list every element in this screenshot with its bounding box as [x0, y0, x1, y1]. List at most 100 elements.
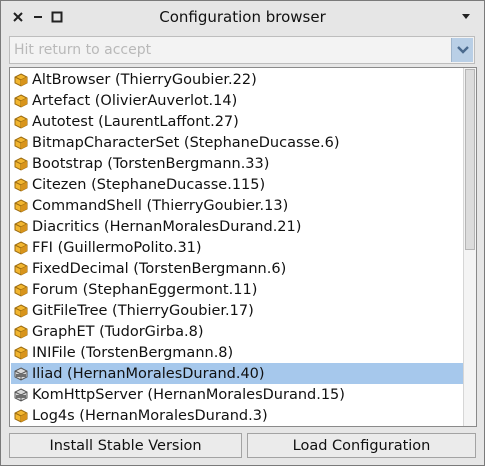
package-icon	[14, 345, 28, 360]
config-version: TorstenBergmann.6	[138, 260, 281, 277]
config-version: HernanMoralesDurand.21	[109, 218, 296, 235]
paren-close: )	[248, 302, 254, 319]
config-name: Artefact	[32, 92, 91, 109]
config-name: GraphET	[32, 323, 95, 340]
config-version: OlivierAuverlot.14	[100, 92, 232, 109]
vertical-scrollbar[interactable]	[463, 68, 476, 426]
paren-close: )	[259, 176, 266, 193]
list-item[interactable]: GitFileTree (ThierryGoubier.17)	[11, 300, 463, 321]
paren-open: (	[141, 197, 153, 214]
list-item[interactable]: Autotest (LaurentLaffont.27)	[11, 111, 463, 132]
paren-close: )	[333, 134, 340, 151]
paren-close: )	[282, 197, 289, 214]
config-version: ThierryGoubier.17	[117, 302, 249, 319]
install-stable-version-button[interactable]: Install Stable Version	[9, 433, 242, 458]
config-version: HernanMoralesDurand.15	[153, 386, 340, 403]
paren-open: (	[107, 302, 118, 319]
config-name: Citezen	[32, 176, 87, 193]
paren-close: )	[339, 386, 345, 403]
history-dropdown-chevron-down-icon[interactable]	[451, 38, 473, 62]
list-item[interactable]: Artefact (OlivierAuverlot.14)	[11, 90, 463, 111]
package-icon	[14, 240, 28, 255]
paren-open: (	[110, 71, 121, 88]
config-name: Diacritics	[32, 218, 100, 235]
paren-open: (	[99, 218, 110, 235]
config-version: StephaneDucasse.6	[189, 134, 334, 151]
config-name: FixedDecimal	[32, 260, 129, 277]
config-version: ThierryGoubier.13	[152, 197, 283, 214]
package-icon	[14, 282, 28, 297]
maximize-icon[interactable]	[50, 10, 64, 24]
list-item[interactable]: Citezen (StephaneDucasse.115)	[11, 174, 463, 195]
paren-close: )	[261, 407, 268, 424]
paren-close: )	[280, 260, 287, 277]
paren-close: )	[195, 239, 202, 256]
list-item[interactable]: BitmapCharacterSet (StephaneDucasse.6)	[11, 132, 463, 153]
list-item[interactable]: CommandShell (ThierryGoubier.13)	[11, 195, 463, 216]
paren-close: )	[233, 113, 239, 130]
load-configuration-button[interactable]: Load Configuration	[247, 433, 476, 458]
configuration-list[interactable]: AltBrowser (ThierryGoubier.22) Artefact (…	[9, 67, 477, 427]
paren-open: (	[94, 323, 105, 340]
config-name: Bootstrap	[32, 155, 103, 172]
paren-close: )	[197, 323, 204, 340]
config-name: GitFileTree	[32, 302, 108, 319]
config-version: StephanEggermont.11	[88, 281, 252, 298]
package-icon	[14, 72, 28, 87]
list-item[interactable]: KomHttpServer (HernanMoralesDurand.15)	[11, 384, 463, 405]
config-version: LaurentLaffont.27	[103, 113, 234, 130]
paren-open: (	[86, 176, 97, 193]
list-item[interactable]: GraphET (TudorGirba.8)	[11, 321, 463, 342]
minimize-icon[interactable]	[31, 10, 45, 24]
list-item[interactable]: Diacritics (HernanMoralesDurand.21)	[11, 216, 463, 237]
list-item[interactable]: Bootstrap (TorstenBergmann.33)	[11, 153, 463, 174]
paren-close: )	[227, 344, 234, 361]
paren-open: (	[77, 281, 89, 298]
paren-open: (	[93, 113, 104, 130]
title-bar[interactable]: Configuration browser	[1, 1, 484, 34]
config-name: FFI	[32, 239, 53, 256]
paren-close: )	[231, 92, 238, 109]
package-icon	[14, 135, 28, 150]
config-version: GuillermoPolito.31	[63, 239, 196, 256]
list-item[interactable]: FixedDecimal (TorstenBergmann.6)	[11, 258, 463, 279]
package-icon	[14, 198, 28, 213]
paren-close: )	[258, 365, 265, 382]
window-title: Configuration browser	[159, 8, 326, 26]
close-icon[interactable]	[11, 10, 25, 24]
config-version: StephaneDucasse.115	[96, 176, 260, 193]
paren-open: (	[90, 92, 101, 109]
paren-open: (	[102, 155, 113, 172]
paren-open: (	[128, 260, 139, 277]
loaded-package-icon	[14, 366, 28, 381]
paren-close: )	[295, 218, 302, 235]
config-version: TorstenBergmann.33	[112, 155, 264, 172]
config-version: TorstenBergmann.8	[85, 344, 228, 361]
list-item[interactable]: INIFile (TorstenBergmann.8)	[11, 342, 463, 363]
package-icon	[14, 303, 28, 318]
config-version: HernanMoralesDurand.3	[84, 407, 262, 424]
package-icon	[14, 219, 28, 234]
window-menu-chevron-down-icon[interactable]	[459, 10, 473, 24]
scrollbar-thumb[interactable]	[465, 69, 475, 250]
paren-close: )	[251, 281, 258, 298]
search-input[interactable]	[10, 37, 450, 63]
package-icon	[14, 156, 28, 171]
list-item[interactable]: AltBrowser (ThierryGoubier.22)	[11, 69, 463, 90]
package-icon	[14, 93, 28, 108]
paren-open: (	[179, 134, 190, 151]
config-version: ThierryGoubier.22	[120, 71, 252, 88]
config-name: Iliad	[32, 365, 63, 382]
list-item[interactable]: FFI (GuillermoPolito.31)	[11, 237, 463, 258]
paren-open: (	[62, 365, 73, 382]
package-icon	[14, 324, 28, 339]
list-item[interactable]: Log4s (HernanMoralesDurand.3)	[11, 405, 463, 426]
config-name: Autotest	[32, 113, 94, 130]
loaded-package-icon	[14, 387, 28, 402]
config-name: BitmapCharacterSet	[32, 134, 180, 151]
list-item[interactable]: Iliad (HernanMoralesDurand.40)	[11, 363, 463, 384]
paren-open: (	[74, 407, 85, 424]
list-item[interactable]: Forum (StephanEggermont.11)	[11, 279, 463, 300]
search-field[interactable]	[9, 36, 475, 64]
config-name: CommandShell	[32, 197, 142, 214]
